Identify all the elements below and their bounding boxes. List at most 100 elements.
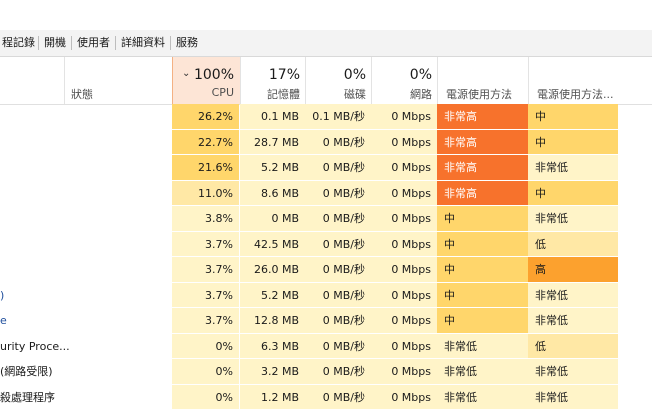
power-usage-cell: 非常低 [437, 385, 528, 410]
table-row[interactable]: 殺處理程序 0% 1.2 MB 0 MB/秒 0 Mbps 非常低 非常低 [0, 385, 652, 410]
network-cell: 0 Mbps [371, 334, 437, 360]
memory-cell: 6.3 MB [240, 334, 305, 360]
disk-cell: 0 MB/秒 [305, 206, 371, 232]
power-trend-cell: 中 [528, 130, 618, 156]
power-trend-cell: 高 [528, 257, 618, 283]
power-trend-cell: 非常低 [528, 155, 618, 181]
power-usage-cell: 非常低 [437, 334, 528, 360]
disk-cell: 0 MB/秒 [305, 308, 371, 334]
disk-cell: 0 MB/秒 [305, 257, 371, 283]
disk-cell: 0 MB/秒 [305, 155, 371, 181]
power-usage-cell: 非常高 [437, 130, 528, 156]
cpu-header-label: CPU [212, 86, 234, 99]
status-header-label: 狀態 [71, 86, 93, 102]
column-header-disk[interactable]: 0% 磁碟 [305, 57, 372, 104]
column-header-memory[interactable]: 17% 記憶體 [240, 57, 306, 104]
cpu-cell: 0% [172, 359, 239, 385]
process-name: 殺處理程序 [0, 385, 55, 410]
power-usage-cell: 中 [437, 308, 528, 334]
table-row[interactable]: 22.7% 28.7 MB 0 MB/秒 0 Mbps 非常高 中 [0, 130, 652, 156]
power-usage-cell: 中 [437, 232, 528, 258]
network-cell: 0 Mbps [371, 308, 437, 334]
tab-separator [115, 36, 116, 50]
tab-bar: 程記錄 開機 使用者 詳細資料 服務 [0, 30, 652, 57]
power-usage-cell: 非常高 [437, 104, 528, 130]
disk-total-percent: 0% [344, 67, 366, 83]
cpu-cell: 3.7% [172, 283, 239, 309]
process-name: urity Proce... [0, 334, 70, 359]
disk-cell: 0 MB/秒 [305, 334, 371, 360]
power-usage-cell: 非常高 [437, 181, 528, 207]
network-total-percent: 0% [410, 67, 432, 83]
tab-separator [71, 36, 72, 50]
tab-users[interactable]: 使用者 [75, 35, 112, 51]
table-row[interactable]: ) 3.7% 5.2 MB 0 MB/秒 0 Mbps 中 非常低 [0, 283, 652, 309]
network-cell: 0 Mbps [371, 257, 437, 283]
power-usage-cell: 中 [437, 257, 528, 283]
power-trend-cell: 低 [528, 334, 618, 360]
sort-descending-icon: ⌄ [182, 68, 190, 79]
process-name: (網路受限) [0, 359, 53, 384]
power-usage-cell: 中 [437, 283, 528, 309]
cpu-cell: 11.0% [172, 181, 239, 207]
power-trend-cell: 中 [528, 104, 618, 130]
memory-header-label: 記憶體 [267, 86, 300, 102]
network-cell: 0 Mbps [371, 155, 437, 181]
cpu-cell: 3.7% [172, 308, 239, 334]
tab-process-history[interactable]: 程記錄 [0, 35, 37, 51]
power-usage-header-label: 電源使用方法 [446, 86, 512, 102]
column-header-status[interactable]: 狀態 [64, 57, 173, 104]
cpu-cell: 3.8% [172, 206, 239, 232]
network-header-label: 網路 [410, 86, 432, 102]
disk-cell: 0 MB/秒 [305, 359, 371, 385]
network-cell: 0 Mbps [371, 104, 437, 130]
disk-cell: 0.1 MB/秒 [305, 104, 371, 130]
table-row[interactable]: 11.0% 8.6 MB 0 MB/秒 0 Mbps 非常高 中 [0, 181, 652, 207]
table-row[interactable]: e 3.7% 12.8 MB 0 MB/秒 0 Mbps 中 非常低 [0, 308, 652, 334]
memory-cell: 42.5 MB [240, 232, 305, 258]
column-header-row: 狀態 ⌄ 100% CPU 17% 記憶體 0% 磁碟 0% 網路 電源使用方法… [0, 57, 652, 105]
tab-separator [170, 36, 171, 50]
network-cell: 0 Mbps [371, 359, 437, 385]
memory-cell: 28.7 MB [240, 130, 305, 156]
tab-services[interactable]: 服務 [174, 35, 200, 51]
power-trend-cell: 中 [528, 181, 618, 207]
memory-cell: 8.6 MB [240, 181, 305, 207]
power-trend-cell: 非常低 [528, 308, 618, 334]
disk-cell: 0 MB/秒 [305, 283, 371, 309]
table-row[interactable]: 26.2% 0.1 MB 0.1 MB/秒 0 Mbps 非常高 中 [0, 104, 652, 130]
memory-cell: 5.2 MB [240, 155, 305, 181]
disk-cell: 0 MB/秒 [305, 385, 371, 410]
table-row[interactable]: (網路受限) 0% 3.2 MB 0 MB/秒 0 Mbps 非常低 非常低 [0, 359, 652, 385]
network-cell: 0 Mbps [371, 385, 437, 410]
network-cell: 0 Mbps [371, 206, 437, 232]
tab-separator [38, 36, 39, 50]
column-header-cpu[interactable]: ⌄ 100% CPU [172, 57, 241, 104]
memory-cell: 0 MB [240, 206, 305, 232]
cpu-total-percent: 100% [194, 67, 234, 83]
power-usage-cell: 非常低 [437, 359, 528, 385]
column-header-power-usage-trend[interactable]: 電源使用方法... [528, 57, 619, 104]
memory-cell: 5.2 MB [240, 283, 305, 309]
table-row[interactable]: 21.6% 5.2 MB 0 MB/秒 0 Mbps 非常高 非常低 [0, 155, 652, 181]
column-header-power-usage[interactable]: 電源使用方法 [437, 57, 529, 104]
memory-cell: 1.2 MB [240, 385, 305, 410]
memory-total-percent: 17% [269, 67, 300, 83]
tab-details[interactable]: 詳細資料 [119, 35, 167, 51]
table-row[interactable]: 3.7% 26.0 MB 0 MB/秒 0 Mbps 中 高 [0, 257, 652, 283]
table-row[interactable]: 3.7% 42.5 MB 0 MB/秒 0 Mbps 中 低 [0, 232, 652, 258]
power-trend-cell: 非常低 [528, 359, 618, 385]
network-cell: 0 Mbps [371, 130, 437, 156]
table-row[interactable]: urity Proce... 0% 6.3 MB 0 MB/秒 0 Mbps 非… [0, 334, 652, 360]
table-row[interactable]: 3.8% 0 MB 0 MB/秒 0 Mbps 中 非常低 [0, 206, 652, 232]
network-cell: 0 Mbps [371, 181, 437, 207]
network-cell: 0 Mbps [371, 283, 437, 309]
cpu-cell: 0% [172, 385, 239, 410]
power-usage-trend-header-label: 電源使用方法... [537, 86, 614, 102]
tab-startup[interactable]: 開機 [42, 35, 68, 51]
disk-cell: 0 MB/秒 [305, 181, 371, 207]
power-trend-cell: 非常低 [528, 206, 618, 232]
memory-cell: 26.0 MB [240, 257, 305, 283]
column-header-network[interactable]: 0% 網路 [371, 57, 438, 104]
disk-cell: 0 MB/秒 [305, 232, 371, 258]
